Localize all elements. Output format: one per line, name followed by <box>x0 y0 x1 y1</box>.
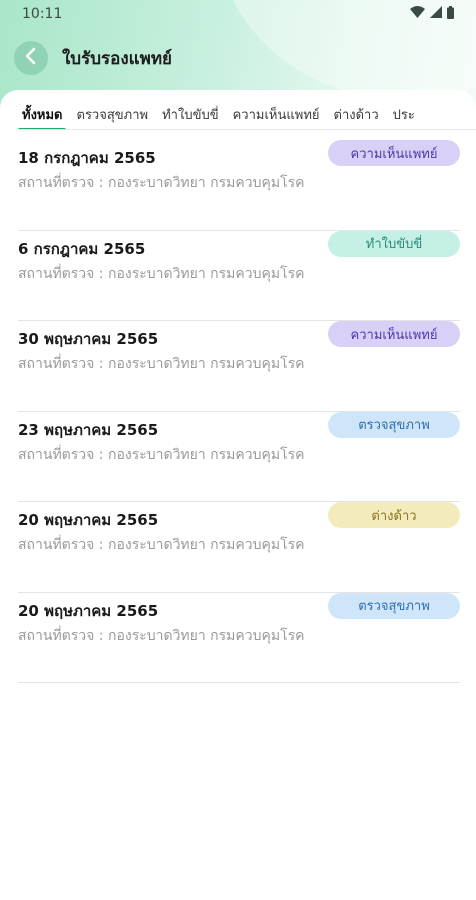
record-place: สถานที่ตรวจ : กองระบาดวิทยา กรมควบคุมโรค <box>18 537 305 553</box>
tab-all[interactable]: ทั้งหมด <box>18 100 70 129</box>
list-item[interactable]: 23 พฤษภาคม 2565 สถานที่ตรวจ : กองระบาดวิ… <box>18 411 460 502</box>
record-place: สถานที่ตรวจ : กองระบาดวิทยา กรมควบคุมโรค <box>18 627 305 644</box>
list-item[interactable]: 20 พฤษภาคม 2565 สถานที่ตรวจ : กองระบาดวิ… <box>18 592 460 683</box>
record-date: 20 พฤษภาคม 2565 <box>18 601 159 620</box>
tab-driving-license[interactable]: ทำใบขับขี่ <box>155 100 226 129</box>
status-badge: ความเห็นแพทย์ <box>328 140 460 166</box>
tab-checkup[interactable]: ตรวจสุขภาพ <box>70 100 156 129</box>
record-date: 23 พฤษภาคม 2565 <box>18 420 159 439</box>
status-time: 10:11 <box>22 6 63 22</box>
status-badge: ต่างด้าว <box>328 502 460 528</box>
record-list: 18 กรกฎาคม 2565 สถานที่ตรวจ : กองระบาดวิ… <box>0 140 476 683</box>
app-bar: ใบรับรองแพทย์ <box>0 38 476 78</box>
page-title: ใบรับรองแพทย์ <box>62 48 172 69</box>
content-sheet: ทั้งหมด ตรวจสุขภาพ ทำใบขับขี่ ความเห็นแพ… <box>0 90 476 900</box>
tab-more[interactable]: ประ <box>386 100 422 129</box>
record-place: สถานที่ตรวจ : กองระบาดวิทยา กรมควบคุมโรค <box>18 265 305 282</box>
battery-icon <box>447 5 454 23</box>
list-item[interactable]: 6 กรกฎาคม 2565 สถานที่ตรวจ : กองระบาดวิท… <box>18 230 460 321</box>
status-badge: ความเห็นแพทย์ <box>328 321 460 347</box>
status-badge: ตรวจสุขภาพ <box>328 592 460 619</box>
list-item[interactable]: 30 พฤษภาคม 2565 สถานที่ตรวจ : กองระบาดวิ… <box>18 321 460 412</box>
signal-icon <box>430 6 442 22</box>
record-place: สถานที่ตรวจ : กองระบาดวิทยา กรมควบคุมโรค <box>18 175 305 191</box>
record-date: 30 พฤษภาคม 2565 <box>18 330 159 348</box>
record-place: สถานที่ตรวจ : กองระบาดวิทยา กรมควบคุมโรค <box>18 446 305 463</box>
record-date: 18 กรกฎาคม 2565 <box>18 149 156 167</box>
record-date: 20 พฤษภาคม 2565 <box>18 511 159 529</box>
record-place: สถานที่ตรวจ : กองระบาดวิทยา กรมควบคุมโรค <box>18 356 305 372</box>
tab-doctor-opinion[interactable]: ความเห็นแพทย์ <box>226 100 327 129</box>
back-arrow-icon <box>24 47 38 69</box>
record-date: 6 กรกฎาคม 2565 <box>18 239 146 258</box>
list-item[interactable]: 18 กรกฎาคม 2565 สถานที่ตรวจ : กองระบาดวิ… <box>18 140 460 231</box>
list-item[interactable]: 20 พฤษภาคม 2565 สถานที่ตรวจ : กองระบาดวิ… <box>18 502 460 593</box>
tab-bar: ทั้งหมด ตรวจสุขภาพ ทำใบขับขี่ ความเห็นแพ… <box>18 100 476 130</box>
wifi-icon <box>410 6 425 22</box>
status-badge: ทำใบขับขี่ <box>328 230 460 257</box>
status-icons <box>410 5 454 23</box>
status-bar: 10:11 <box>0 0 476 28</box>
status-badge: ตรวจสุขภาพ <box>328 411 460 438</box>
tab-foreign-worker[interactable]: ต่างด้าว <box>327 100 386 129</box>
back-button[interactable] <box>14 41 48 75</box>
